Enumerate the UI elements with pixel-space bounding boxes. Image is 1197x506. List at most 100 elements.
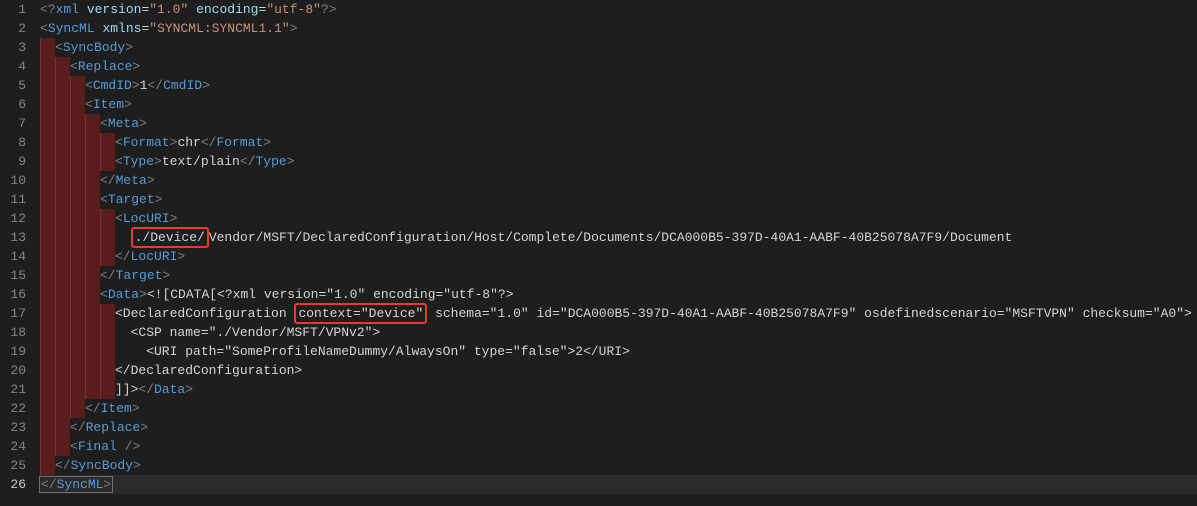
indent-guide bbox=[100, 228, 115, 247]
code-line[interactable]: <Final /> bbox=[40, 437, 1197, 456]
indent-guide bbox=[55, 114, 70, 133]
indent-guide bbox=[55, 76, 70, 95]
indent-guide bbox=[55, 361, 70, 380]
line-number: 7 bbox=[0, 114, 26, 133]
indent-guide bbox=[40, 152, 55, 171]
indent-guide bbox=[70, 380, 85, 399]
indent-guide bbox=[70, 76, 85, 95]
indent-guide bbox=[70, 95, 85, 114]
indent-guide bbox=[85, 114, 100, 133]
indent-guide bbox=[55, 399, 70, 418]
indent-guide bbox=[100, 304, 115, 323]
text-cursor bbox=[112, 476, 113, 493]
indent-guide bbox=[85, 133, 100, 152]
code-line[interactable]: <SyncBody> bbox=[40, 38, 1197, 57]
line-number: 15 bbox=[0, 266, 26, 285]
indent-guide bbox=[40, 95, 55, 114]
indent-guide bbox=[85, 304, 100, 323]
line-number: 18 bbox=[0, 323, 26, 342]
indent-guide bbox=[40, 342, 55, 361]
indent-guide bbox=[70, 133, 85, 152]
code-line[interactable]: <Target> bbox=[40, 190, 1197, 209]
code-line[interactable]: <LocURI> bbox=[40, 209, 1197, 228]
code-line[interactable]: </SyncML> bbox=[40, 475, 1197, 494]
indent-guide bbox=[40, 361, 55, 380]
code-line[interactable]: <URI path="SomeProfileNameDummy/AlwaysOn… bbox=[40, 342, 1197, 361]
indent-guide bbox=[100, 380, 115, 399]
indent-guide bbox=[100, 323, 115, 342]
indent-guide bbox=[55, 380, 70, 399]
code-line[interactable]: </Meta> bbox=[40, 171, 1197, 190]
indent-guide bbox=[40, 266, 55, 285]
code-line[interactable]: <Replace> bbox=[40, 57, 1197, 76]
code-line[interactable]: </Target> bbox=[40, 266, 1197, 285]
code-line[interactable]: <Data><![CDATA[<?xml version="1.0" encod… bbox=[40, 285, 1197, 304]
indent-guide bbox=[85, 323, 100, 342]
line-number: 2 bbox=[0, 19, 26, 38]
line-number: 22 bbox=[0, 399, 26, 418]
line-number-gutter: 1234567891011121314151617181920212223242… bbox=[0, 0, 40, 494]
code-line[interactable]: ]]></Data> bbox=[40, 380, 1197, 399]
indent-guide bbox=[40, 114, 55, 133]
indent-guide bbox=[40, 304, 55, 323]
indent-guide bbox=[55, 133, 70, 152]
line-number: 5 bbox=[0, 76, 26, 95]
code-line[interactable]: </DeclaredConfiguration> bbox=[40, 361, 1197, 380]
indent-guide bbox=[40, 190, 55, 209]
indent-guide bbox=[40, 456, 55, 475]
code-area[interactable]: <?xml version="1.0" encoding="utf-8"?><S… bbox=[40, 0, 1197, 494]
code-line[interactable]: <Item> bbox=[40, 95, 1197, 114]
indent-guide bbox=[40, 437, 55, 456]
indent-guide bbox=[40, 171, 55, 190]
line-number: 20 bbox=[0, 361, 26, 380]
code-line[interactable]: </SyncBody> bbox=[40, 456, 1197, 475]
code-line[interactable]: <CmdID>1</CmdID> bbox=[40, 76, 1197, 95]
indent-guide bbox=[55, 57, 70, 76]
indent-guide bbox=[40, 247, 55, 266]
code-line[interactable]: <Format>chr</Format> bbox=[40, 133, 1197, 152]
indent-guide bbox=[40, 209, 55, 228]
code-line[interactable]: ./Device/Vendor/MSFT/DeclaredConfigurati… bbox=[40, 228, 1197, 247]
indent-guide bbox=[55, 342, 70, 361]
indent-guide bbox=[70, 342, 85, 361]
line-number: 6 bbox=[0, 95, 26, 114]
indent-guide bbox=[55, 228, 70, 247]
line-number: 11 bbox=[0, 190, 26, 209]
line-number: 12 bbox=[0, 209, 26, 228]
indent-guide bbox=[70, 323, 85, 342]
line-number: 26 bbox=[0, 475, 26, 494]
code-line[interactable]: <Meta> bbox=[40, 114, 1197, 133]
indent-guide bbox=[100, 133, 115, 152]
indent-guide bbox=[40, 380, 55, 399]
indent-guide bbox=[40, 76, 55, 95]
indent-guide bbox=[70, 209, 85, 228]
indent-guide bbox=[70, 285, 85, 304]
code-line[interactable]: </Item> bbox=[40, 399, 1197, 418]
indent-guide bbox=[70, 190, 85, 209]
code-line[interactable]: </LocURI> bbox=[40, 247, 1197, 266]
code-line[interactable]: <SyncML xmlns="SYNCML:SYNCML1.1"> bbox=[40, 19, 1197, 38]
indent-guide bbox=[85, 342, 100, 361]
code-line[interactable]: <DeclaredConfiguration context="Device" … bbox=[40, 304, 1197, 323]
code-line[interactable]: </Replace> bbox=[40, 418, 1197, 437]
code-editor[interactable]: 1234567891011121314151617181920212223242… bbox=[0, 0, 1197, 494]
line-number: 17 bbox=[0, 304, 26, 323]
indent-guide bbox=[55, 304, 70, 323]
code-line[interactable]: <?xml version="1.0" encoding="utf-8"?> bbox=[40, 0, 1197, 19]
line-number: 16 bbox=[0, 285, 26, 304]
code-line[interactable]: <CSP name="./Vendor/MSFT/VPNv2"> bbox=[40, 323, 1197, 342]
line-number: 19 bbox=[0, 342, 26, 361]
annotation-highlight: context="Device" bbox=[294, 303, 427, 324]
line-number: 1 bbox=[0, 0, 26, 19]
indent-guide bbox=[70, 266, 85, 285]
indent-guide bbox=[70, 114, 85, 133]
indent-guide bbox=[40, 228, 55, 247]
indent-guide bbox=[100, 209, 115, 228]
indent-guide bbox=[85, 380, 100, 399]
indent-guide bbox=[70, 399, 85, 418]
indent-guide bbox=[85, 228, 100, 247]
indent-guide bbox=[100, 361, 115, 380]
code-line[interactable]: <Type>text/plain</Type> bbox=[40, 152, 1197, 171]
indent-guide bbox=[85, 266, 100, 285]
annotation-highlight: ./Device/ bbox=[131, 227, 209, 248]
